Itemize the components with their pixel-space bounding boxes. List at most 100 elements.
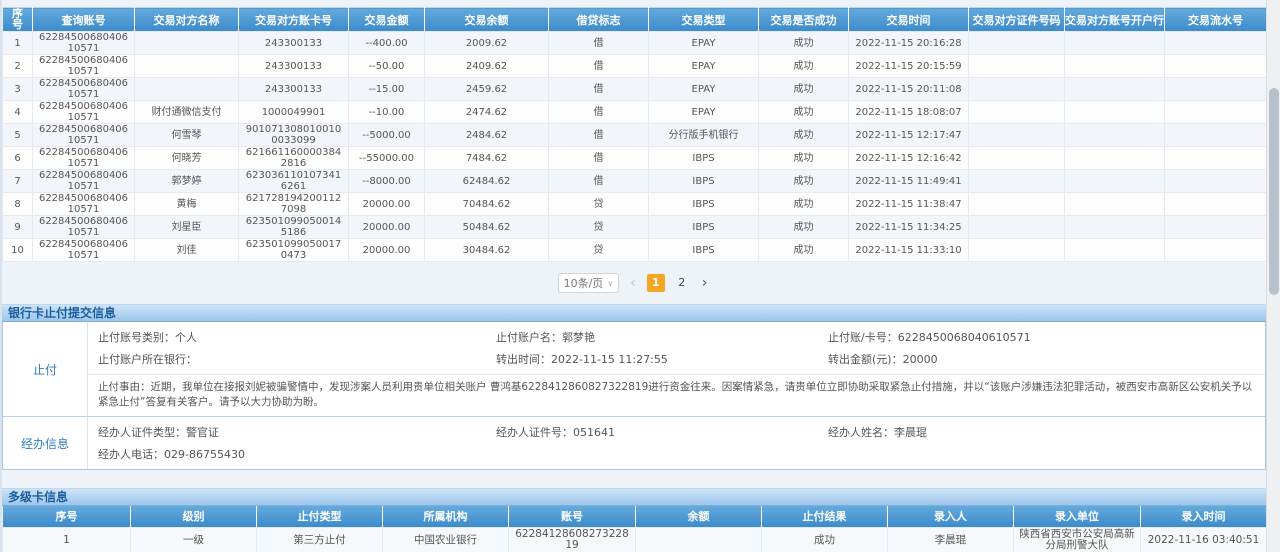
table-cell: 6228450068040610571 [33,193,135,216]
table-cell: 借 [549,78,649,101]
table-cell: EPAY [649,101,759,124]
table-cell: 2022-11-15 20:11:08 [849,78,969,101]
table-cell: --5000.00 [349,124,425,147]
table-cell [969,239,1065,262]
table-cell: --50.00 [349,55,425,78]
table-cell: 9010713080100100033099 [239,124,349,147]
transaction-table: 序号 查询账号 交易对方名称 交易对方账卡号 交易金额 交易余额 借贷标志 交易… [2,7,1267,262]
table-cell: IBPS [649,147,759,170]
cell-seq: 6 [3,147,33,170]
table-row: 7 6228450068040610571 郭梦婷 62303611010734… [3,170,1267,193]
table-cell: 7484.62 [425,147,549,170]
table-row: 8 6228450068040610571 黄梅 621728194200112… [3,193,1267,216]
table-cell [969,32,1065,55]
table-cell: 借 [549,101,649,124]
table-cell: 2459.62 [425,78,549,101]
column-header-mc-entry-person: 录入人 [888,506,1014,527]
stop-payment-group: 止付 止付账号类别：个人 止付账户名：郭梦艳 止付账/卡号：6228450068… [3,322,1265,416]
multi-card-header-row: 序号 级别 止付类型 所属机构 账号 余额 止付结果 录入人 录入单位 录入时间 [3,506,1267,527]
table-cell [135,78,239,101]
table-cell: 6228450068040610571 [33,32,135,55]
field-cert-no: 经办人证件号：051641 [496,422,828,444]
column-header-counterparty-card: 交易对方账卡号 [239,8,349,32]
chevron-down-icon: ∨ [607,279,613,288]
next-page-icon[interactable]: › [699,276,711,290]
group-label-handler: 经办信息 [3,417,88,469]
table-cell: 第三方止付 [257,527,383,552]
cell-seq: 7 [3,170,33,193]
transaction-table-header-row: 序号 查询账号 交易对方名称 交易对方账卡号 交易金额 交易余额 借贷标志 交易… [3,8,1267,32]
table-cell: 6228450068040610571 [33,147,135,170]
table-cell [969,193,1065,216]
table-cell: 中国农业银行 [383,527,509,552]
stop-payment-fields: 止付账号类别：个人 止付账户名：郭梦艳 止付账/卡号：6228450068040… [88,322,1265,374]
table-cell: 1000049901 [239,101,349,124]
table-cell: 20000.00 [349,216,425,239]
column-header-balance: 交易余额 [425,8,549,32]
column-header-counterparty-id: 交易对方证件号码 [969,8,1065,32]
table-cell: IBPS [649,239,759,262]
column-header-type: 交易类型 [649,8,759,32]
table-cell: EPAY [649,32,759,55]
table-cell [1065,170,1165,193]
table-cell [1065,147,1165,170]
table-cell: 分行版手机银行 [649,124,759,147]
table-cell: 243300133 [239,78,349,101]
table-cell: 6228450068040610571 [33,216,135,239]
table-cell: 刘星臣 [135,216,239,239]
table-cell: 黄梅 [135,193,239,216]
column-header-mc-result: 止付结果 [762,506,888,527]
column-header-mc-entry-time: 录入时间 [1141,506,1267,527]
table-cell: 成功 [762,527,888,552]
column-header-mc-org: 所属机构 [383,506,509,527]
table-cell [1165,124,1267,147]
table-cell [1165,55,1267,78]
cell-seq: 2 [3,55,33,78]
cell-seq: 8 [3,193,33,216]
column-header-mc-balance: 余额 [636,506,762,527]
table-cell [1165,78,1267,101]
table-cell: --15.00 [349,78,425,101]
table-cell: 6235010990500145186 [239,216,349,239]
field-account-name: 止付账户名：郭梦艳 [496,327,828,349]
group-label-stop-payment: 止付 [3,322,88,416]
table-cell [636,527,762,552]
table-cell: 6230361101073416261 [239,170,349,193]
vertical-scrollbar[interactable] [1266,0,1280,552]
table-cell [969,147,1065,170]
table-cell: IBPS [649,216,759,239]
table-cell: 6216611600003842816 [239,147,349,170]
page-size-select[interactable]: 10条/页 ∨ [558,273,620,293]
table-cell: 2022-11-15 20:15:59 [849,55,969,78]
table-cell: 何雪琴 [135,124,239,147]
table-cell [1165,170,1267,193]
table-cell [1065,78,1165,101]
scrollbar-thumb[interactable] [1269,88,1279,295]
page-button-1[interactable]: 1 [647,274,665,292]
prev-page-icon[interactable]: ‹ [627,276,639,290]
handler-fields: 经办人证件类型：警官证 经办人证件号：051641 经办人姓名：李晨琨 经办人电… [88,417,1265,469]
column-header-mc-account: 账号 [509,506,636,527]
table-cell [1065,216,1165,239]
table-cell [1065,239,1165,262]
table-cell: 成功 [759,124,849,147]
table-cell: 成功 [759,78,849,101]
page-button-2[interactable]: 2 [673,274,691,292]
table-row: 1 一级 第三方止付 中国农业银行 6228412860827322819 成功… [3,527,1267,552]
page-size-label: 10条/页 [564,275,604,291]
table-cell: 成功 [759,239,849,262]
column-header-account: 查询账号 [33,8,135,32]
table-cell: 2009.62 [425,32,549,55]
table-cell [135,32,239,55]
table-cell: 2474.62 [425,101,549,124]
table-cell: 2022-11-15 11:38:47 [849,193,969,216]
column-header-debit-credit: 借贷标志 [549,8,649,32]
table-row: 1 6228450068040610571 243300133 --400.00… [3,32,1267,55]
table-cell: EPAY [649,55,759,78]
table-cell [969,78,1065,101]
table-cell: 借 [549,170,649,193]
column-header-mc-entry-unit: 录入单位 [1014,506,1141,527]
table-cell: 2022-11-15 12:17:47 [849,124,969,147]
table-cell [1165,193,1267,216]
column-header-label: 序号 [11,8,24,30]
